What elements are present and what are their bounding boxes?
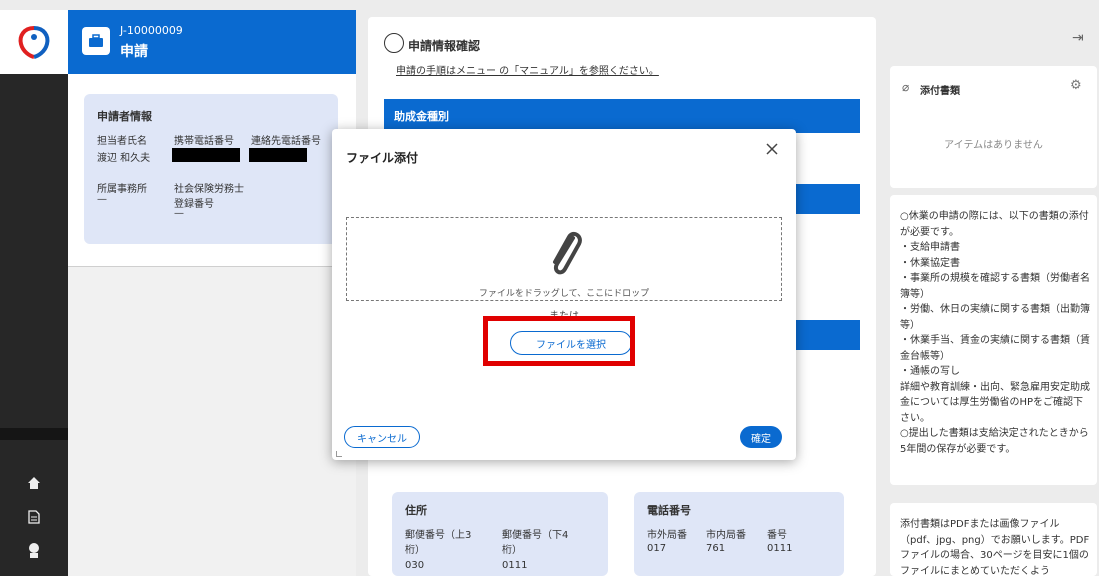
required-docs-text: ○休業の申請の際には、以下の書類の添付が必要です。 ・支給申請書 ・休業協定書 … [900,211,1090,455]
left-panel: 申請者情報 担当者氏名 携帯電話番号 連絡先電話番号 渡辺 和久夫 所属事務所 … [68,74,356,576]
redacted-phone [249,148,307,162]
label-mobile: 携帯電話番号 [174,136,234,147]
confirm-button[interactable]: 確定 [740,426,782,448]
address-card: 住所 郵便番号（上3桁） 郵便番号（下4桁） 030 0111 [392,492,608,576]
zip-lower-value: 0111 [502,560,528,571]
app-logo[interactable] [0,10,68,74]
area-code-label: 市外局番 [647,530,687,541]
number-label: 番号 [767,530,787,541]
left-panel-divider [68,266,356,267]
file-format-text: 添付書類はPDFまたは画像ファイル（pdf、jpg、png）でお願いします。PD… [900,519,1090,576]
label-labor-consultant: 社会保険労務士 登録番号 [174,184,244,210]
local-code-label: 市内局番 [706,530,746,541]
user-icon[interactable] [24,540,44,560]
attachments-card: ⌀ 添付書類 ⚙ アイテムはありません [890,66,1097,188]
applicant-section-title: 申請者情報 [97,110,152,123]
value-labor-consultant: — [174,208,184,219]
area-code-value: 017 [647,543,667,554]
value-office: — [97,194,107,205]
case-id: J-10000009 [120,24,183,37]
number-value: 0111 [767,543,793,554]
cancel-button[interactable]: キャンセル [344,426,420,448]
home-icon[interactable] [24,473,44,493]
label-contact-phone: 連絡先電話番号 [251,136,321,147]
zip-upper-label: 郵便番号（上3桁） [405,530,472,556]
briefcase-icon [82,27,110,55]
file-attach-dialog: ファイル添付 ファイルをドラッグして、ここにドロップ または ファイルを選択 キ… [332,129,796,460]
document-icon[interactable] [24,507,44,527]
file-drop-zone[interactable]: ファイルをドラッグして、ここにドロップ [346,217,782,301]
phone-title: 電話番号 [647,504,691,517]
highlight-box [483,316,635,366]
manual-link[interactable]: 申請の手順はメニュー の「マニュアル」を参照ください。 [396,62,659,77]
value-contact-name: 渡辺 和久夫 [97,153,151,164]
file-format-card: 添付書類はPDFまたは画像ファイル（pdf、jpg、png）でお願いします。PD… [890,503,1097,576]
attachments-empty: アイテムはありません [944,140,1043,151]
expand-panel-icon[interactable]: ⇥ [1072,30,1084,46]
section-subsidy-type[interactable]: 助成金種別 [384,99,860,133]
drop-label: ファイルをドラッグして、ここにドロップ [478,289,650,299]
applicant-card: 申請者情報 担当者氏名 携帯電話番号 連絡先電話番号 渡辺 和久夫 所属事務所 … [84,94,338,244]
label-office: 所属事務所 [97,184,147,195]
label-contact-name: 担当者氏名 [97,136,147,147]
paperclip-icon: ⌀ [902,80,910,94]
resize-handle[interactable] [336,451,342,457]
dialog-title: ファイル添付 [346,151,419,165]
zip-upper-value: 030 [405,560,425,571]
rail-divider [0,428,68,440]
case-title: 申請 [120,44,148,60]
redacted-mobile [172,148,240,162]
left-nav-rail [0,10,68,576]
zip-lower-label: 郵便番号（下4桁） [502,530,569,556]
case-header: J-10000009 申請 [68,10,356,74]
required-docs-card: ○休業の申請の際には、以下の書類の添付が必要です。 ・支給申請書 ・休業協定書 … [890,195,1097,485]
paperclip-icon [553,232,582,275]
address-title: 住所 [405,504,427,517]
close-icon[interactable] [762,139,782,159]
app-root: J-10000009 申請 申請者情報 担当者氏名 携帯電話番号 連絡先電話番号… [0,0,1099,576]
phone-card: 電話番号 市外局番 市内局番 番号 017 761 0111 [634,492,844,576]
local-code-value: 761 [706,543,726,554]
person-icon [384,33,404,53]
logo-icon [18,26,50,59]
attachments-title: 添付書類 [920,86,960,97]
panel-title: 申請情報確認 [408,39,481,53]
gear-icon[interactable]: ⚙ [1070,78,1082,93]
